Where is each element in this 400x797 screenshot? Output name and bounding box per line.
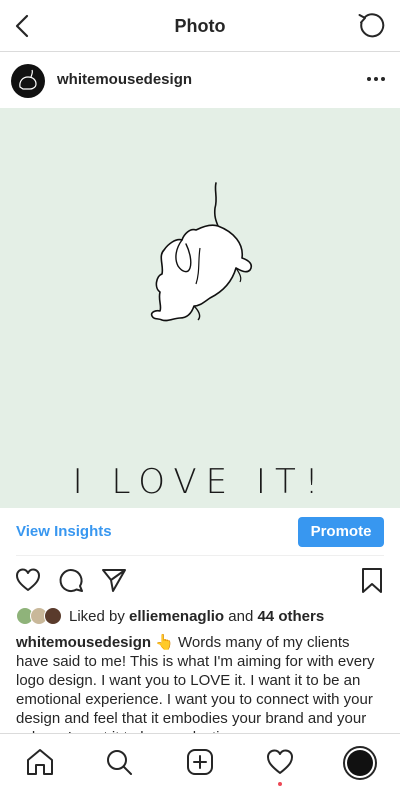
post-caption: whitemousedesign 👆 Words many of my clie… — [16, 633, 386, 733]
post-username[interactable]: whitemousedesign — [57, 71, 192, 88]
profile-avatar-image — [347, 750, 373, 776]
search-icon[interactable] — [103, 746, 135, 778]
profile-tab-avatar[interactable] — [343, 746, 377, 780]
likes-others-count[interactable]: 44 others — [257, 608, 324, 625]
post-actions — [0, 564, 400, 598]
bottom-tab-bar — [0, 733, 400, 797]
new-post-icon[interactable] — [184, 746, 216, 778]
image-text: I LOVE IT! — [72, 462, 328, 502]
comment-icon[interactable] — [57, 566, 85, 594]
refresh-icon[interactable] — [356, 11, 386, 41]
likes-row[interactable]: Liked by elliemenaglio and 44 others — [16, 605, 386, 627]
view-insights-link[interactable]: View Insights — [16, 523, 112, 540]
post-image[interactable]: I LOVE IT! — [0, 108, 400, 508]
top-bar: Photo — [0, 0, 400, 52]
post-header: whitemousedesign — [0, 52, 400, 108]
page-title: Photo — [174, 16, 226, 36]
more-options-icon[interactable] — [366, 72, 386, 86]
send-icon[interactable] — [100, 566, 128, 594]
heart-icon[interactable] — [14, 566, 42, 594]
activity-heart-icon[interactable] — [264, 746, 296, 778]
mouse-illustration — [150, 182, 253, 322]
notification-dot — [278, 782, 282, 786]
mouse-logo-icon — [19, 69, 37, 90]
liker-username[interactable]: elliemenaglio — [129, 608, 224, 625]
avatar[interactable] — [11, 64, 45, 98]
divider — [16, 555, 384, 556]
likes-text: Liked by elliemenaglio and 44 others — [69, 608, 324, 625]
likes-prefix: Liked by — [69, 608, 130, 625]
caption-username[interactable]: whitemousedesign — [16, 634, 151, 651]
promote-button[interactable]: Promote — [298, 517, 384, 547]
home-icon[interactable] — [24, 746, 56, 778]
liker-avatar — [44, 607, 62, 625]
bookmark-icon[interactable] — [358, 566, 386, 594]
likes-and: and — [224, 608, 258, 625]
